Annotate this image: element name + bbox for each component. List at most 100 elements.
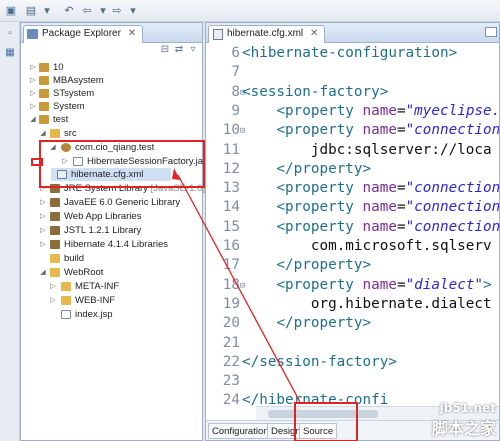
expand-icon[interactable]: ▷	[49, 280, 57, 293]
expand-icon[interactable]: ▷	[29, 74, 37, 87]
back-icon[interactable]: ↶	[62, 4, 76, 18]
code-line: </property>	[276, 257, 372, 274]
expand-icon[interactable]: ▷	[39, 196, 47, 209]
expand-icon[interactable]: ▷	[29, 100, 37, 113]
watermark-line2: 脚本之家	[431, 421, 496, 438]
package-explorer-tabbar: Package Explorer ✕	[21, 23, 202, 43]
tree-item-label: JSTL 1.2.1 Library	[64, 225, 142, 236]
package-explorer-icon	[27, 29, 38, 39]
package-explorer-title: Package Explorer	[42, 28, 121, 39]
line-number: 12	[222, 160, 240, 177]
tree-item-label: System	[53, 101, 85, 112]
source-folder-icon	[50, 129, 60, 138]
restore-view-icon[interactable]: ▫	[3, 27, 17, 41]
package-explorer-toolbar: ⊟ ⇄ ▿	[21, 43, 202, 59]
collapse-all-icon[interactable]: ⊟	[159, 44, 171, 56]
code-line: </property>	[276, 315, 372, 332]
outline-view-icon[interactable]: ▦	[3, 46, 17, 60]
code-line: <property name="myeclipse.	[276, 102, 499, 119]
line-number: 7	[231, 64, 240, 81]
tab-package-explorer[interactable]: Package Explorer ✕	[23, 25, 144, 43]
editor-tab-title: hibernate.cfg.xml	[227, 28, 304, 39]
xml-source-editor[interactable]: 6 <hibernate-configuration> 7 8 ⊟ <session-fa…	[206, 43, 499, 420]
code-line: jdbc:sqlserver://loca	[242, 141, 492, 158]
line-number: 10	[222, 122, 240, 139]
watermark-line1: jb51.net	[439, 401, 496, 415]
close-icon[interactable]: ✕	[310, 28, 318, 39]
library-icon	[50, 240, 60, 249]
line-number: 15	[222, 218, 240, 235]
new-icon[interactable]: ▣	[4, 4, 18, 18]
project-icon	[39, 102, 49, 111]
collapse-icon[interactable]: ◢	[29, 113, 37, 126]
expand-icon[interactable]: ▷	[49, 294, 57, 307]
code-line: <property name="connection	[276, 218, 499, 235]
line-number: 22	[222, 353, 240, 370]
tree-item-label: WEB-INF	[75, 295, 116, 306]
folder-icon	[61, 282, 71, 291]
line-number: 8	[231, 83, 240, 100]
line-number: 18	[222, 276, 240, 293]
code-line: <property name="connection	[276, 122, 499, 139]
tree-item-label: STsystem	[53, 88, 95, 99]
line-number: 21	[222, 334, 240, 351]
expand-icon[interactable]: ▷	[39, 224, 47, 237]
tree-item-label: Hibernate 4.1.4 Libraries	[64, 239, 169, 250]
package-explorer-view: Package Explorer ✕ ⊟ ⇄ ▿ ▷ 10 ▷ MBAsyste…	[20, 22, 213, 441]
tree-item-label: META-INF	[75, 281, 120, 292]
line-number: 6	[231, 45, 240, 61]
line-number: 13	[222, 180, 240, 197]
expand-icon[interactable]: ▷	[29, 87, 37, 100]
library-icon	[50, 198, 60, 207]
link-with-editor-icon[interactable]: ⇄	[173, 44, 185, 56]
project-icon	[39, 76, 49, 85]
tab-configuration[interactable]: Configuration	[208, 423, 273, 439]
code-line: </session-factory>	[242, 353, 397, 370]
dropdown-icon[interactable]: ▾	[126, 4, 140, 18]
tree-item-label: src	[64, 128, 77, 139]
annotation-small-box	[31, 158, 43, 166]
save-icon[interactable]: ▤	[24, 4, 38, 18]
folder-icon	[50, 254, 60, 263]
project-icon	[39, 89, 49, 98]
line-number: 14	[222, 199, 240, 216]
library-icon	[50, 212, 60, 221]
folder-icon	[61, 296, 71, 305]
project-icon	[39, 63, 49, 72]
xml-file-icon	[213, 29, 223, 40]
jsp-file-icon	[61, 310, 71, 319]
code-line: <property name="connection	[276, 180, 499, 197]
tree-item-label: WebRoot	[64, 267, 104, 278]
expand-icon[interactable]: ▷	[39, 238, 47, 251]
dropdown-icon[interactable]: ▾	[96, 4, 110, 18]
navigate-forward-icon[interactable]: ⇨	[110, 4, 124, 18]
tree-item-label: JavaEE 6.0 Generic Library	[64, 197, 181, 208]
project-icon	[39, 115, 49, 124]
tree-item-label: MBAsystem	[53, 75, 104, 86]
tab-hibernate-cfg-xml[interactable]: hibernate.cfg.xml ✕	[208, 25, 326, 43]
close-icon[interactable]: ✕	[128, 28, 136, 39]
editor-tabbar: hibernate.cfg.xml ✕	[206, 23, 499, 43]
expand-icon[interactable]: ▷	[39, 210, 47, 223]
code-line: org.hibernate.dialect	[242, 295, 492, 312]
dropdown-icon[interactable]: ▾	[40, 4, 54, 18]
minimize-icon[interactable]	[485, 27, 497, 37]
tree-item-label: index.jsp	[75, 309, 113, 320]
tree-item-label: build	[64, 253, 85, 264]
navigate-back-icon[interactable]: ⇦	[80, 4, 94, 18]
main-toolbar: ▣ ▤ ▾ ↶ ⇦ ▾ ⇨ ▾	[0, 0, 500, 22]
line-number: 9	[231, 102, 240, 119]
expand-icon[interactable]: ▷	[29, 61, 37, 74]
view-menu-icon[interactable]: ▿	[187, 44, 199, 56]
library-icon	[50, 226, 60, 235]
tree-item-label: 10	[53, 62, 64, 73]
collapse-icon[interactable]: ◢	[39, 266, 47, 279]
annotation-highlight-box	[39, 140, 205, 188]
code-line: <property name="dialect">	[276, 276, 492, 293]
line-number: 16	[222, 238, 240, 254]
line-number: 23	[222, 373, 240, 390]
annotation-source-tab-box	[294, 402, 358, 441]
line-number: 24	[222, 392, 240, 409]
collapse-icon[interactable]: ◢	[39, 127, 47, 140]
code-line: <property name="connection	[276, 199, 499, 216]
